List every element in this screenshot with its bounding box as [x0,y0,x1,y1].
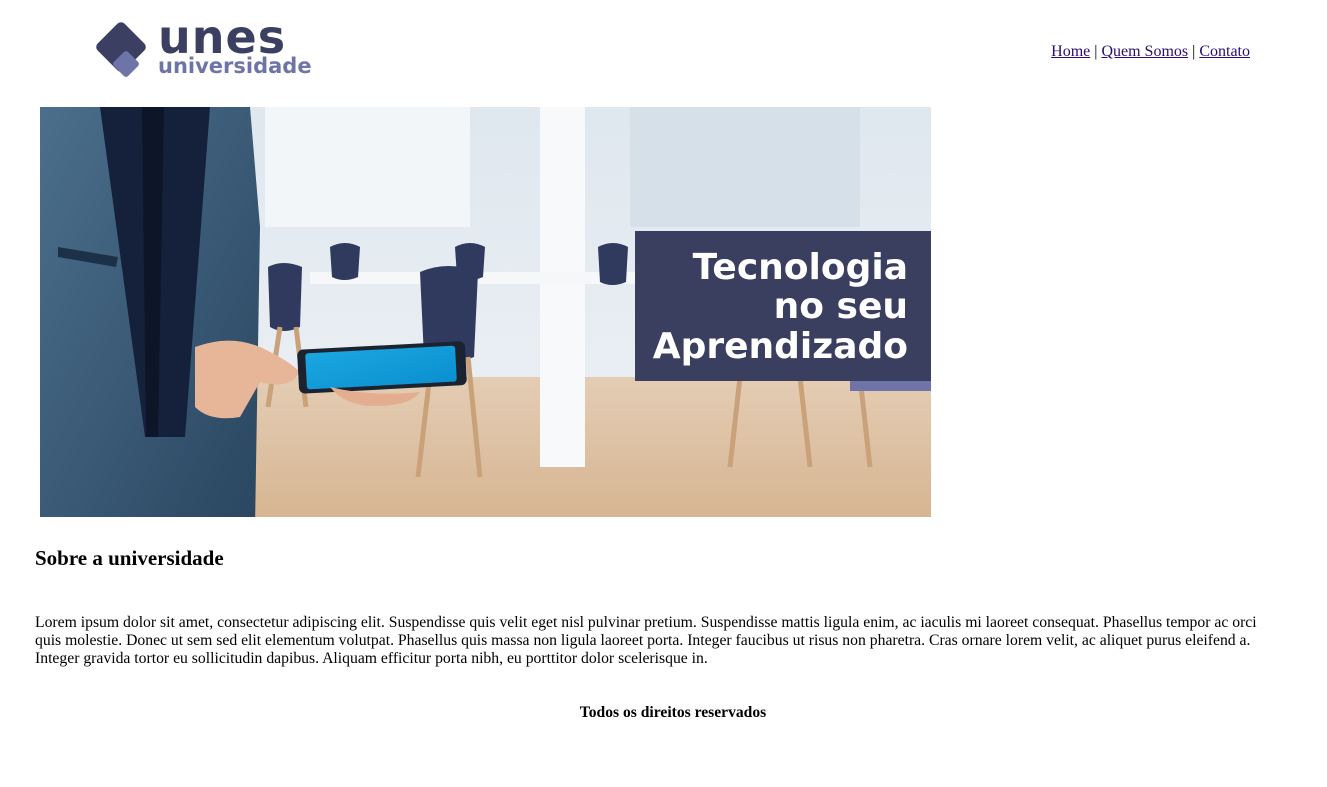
nav-link-quem-somos[interactable]: Quem Somos [1101,43,1188,60]
footer-copyright: Todos os direitos reservados [579,704,767,721]
unes-logo[interactable]: unes universidade [90,14,312,82]
logo-diamond-icon [96,22,146,77]
hero-banner: Tecnologia no seu Aprendizado [40,107,931,517]
section-body: Lorem ipsum dolor sit amet, consectetur … [35,614,1257,667]
nav-link-contato[interactable]: Contato [1199,43,1250,60]
nav-link-home[interactable]: Home [1051,43,1090,60]
banner-line-3: Aprendizado [653,326,908,367]
logo-word-universidade: universidade [158,54,312,78]
banner-line-2: no seu [774,286,908,327]
section-title: Sobre a universidade [35,546,224,570]
banner-line-1: Tecnologia [693,247,908,288]
nav-separator: | [1192,43,1196,60]
nav-separator: | [1094,43,1098,60]
banner-photo: Tecnologia no seu Aprendizado [40,107,931,517]
top-nav: Home | Quem Somos | Contato [1051,43,1250,61]
